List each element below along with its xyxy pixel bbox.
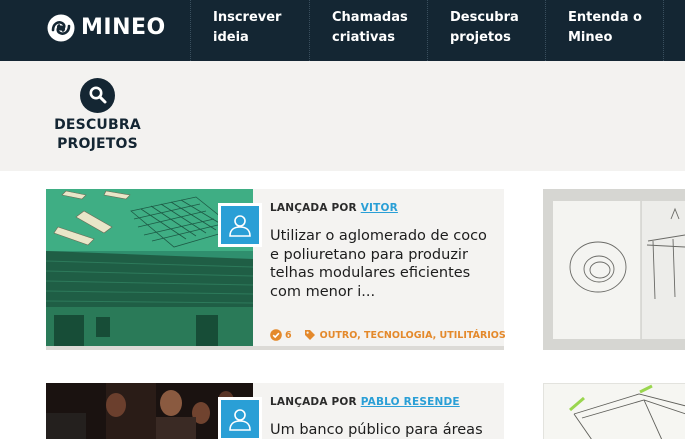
project-card[interactable]: LANÇADA POR VITOR Utilizar o aglomerado … [46, 189, 506, 350]
project-title[interactable]: Um banco público para áreas [270, 421, 495, 439]
nav-chamadas-criativas[interactable]: Chamadas criativas [309, 0, 427, 61]
user-icon [229, 409, 251, 431]
nav-entenda-o-mineo[interactable]: Entenda o Mineo [545, 0, 663, 61]
check-badge-icon [270, 329, 282, 341]
mineo-logo[interactable]: MINEO [46, 12, 166, 44]
nav-label-line2: projetos [450, 30, 511, 45]
nav-label-line1: Descubra [450, 10, 519, 25]
nav-label-line2: criativas [332, 30, 396, 45]
search-badge [80, 78, 115, 113]
nav-inscrever-ideia[interactable]: Inscrever ideia [190, 0, 309, 61]
author-avatar[interactable] [218, 397, 262, 439]
supports-count: 6 [285, 329, 292, 341]
project-card-partial[interactable] [543, 189, 685, 350]
author-avatar[interactable] [218, 203, 262, 247]
project-meta: 6 OUTRO, TECNOLOGIA, UTILITÁRIOS [270, 328, 506, 342]
project-card-partial[interactable] [543, 383, 685, 439]
nav-label-line2: Mineo [568, 30, 613, 45]
page-title-line2: PROJETOS [57, 136, 138, 152]
byline-prefix: LANÇADA POR [270, 396, 357, 408]
nav-label-line1: Entenda o [568, 10, 642, 25]
page-title: DESCUBRA PROJETOS [40, 116, 155, 154]
project-byline: LANÇADA POR PABLO RESENDE [270, 396, 460, 408]
byline-prefix: LANÇADA POR [270, 202, 357, 214]
project-title[interactable]: Utilizar o aglomerado de coco e poliuret… [270, 227, 495, 301]
user-icon [229, 215, 251, 237]
project-byline: LANÇADA POR VITOR [270, 202, 398, 214]
author-link[interactable]: VITOR [361, 202, 398, 214]
nav-label-line2: ideia [213, 30, 249, 45]
nav-label-line1: Inscrever [213, 10, 282, 25]
nav-label-line1: Chamadas [332, 10, 408, 25]
project-tags[interactable]: OUTRO, TECNOLOGIA, UTILITÁRIOS [320, 330, 506, 341]
tag-icon [304, 330, 315, 340]
nav-divider [663, 0, 685, 61]
page-title-line1: DESCUBRA [54, 117, 141, 133]
top-navigation-bar: MINEO Inscrever ideia Chamadas criativas… [0, 0, 685, 61]
nav-descubra-projetos[interactable]: Descubra projetos [427, 0, 545, 61]
logo-text: MINEO [81, 15, 166, 40]
search-icon [89, 86, 107, 104]
mineo-logo-icon [47, 14, 75, 42]
sketch-image [544, 384, 685, 439]
author-link[interactable]: PABLO RESENDE [361, 396, 460, 408]
project-card[interactable]: LANÇADA POR PABLO RESENDE Um banco públi… [46, 383, 504, 439]
sketch-image [543, 189, 685, 350]
